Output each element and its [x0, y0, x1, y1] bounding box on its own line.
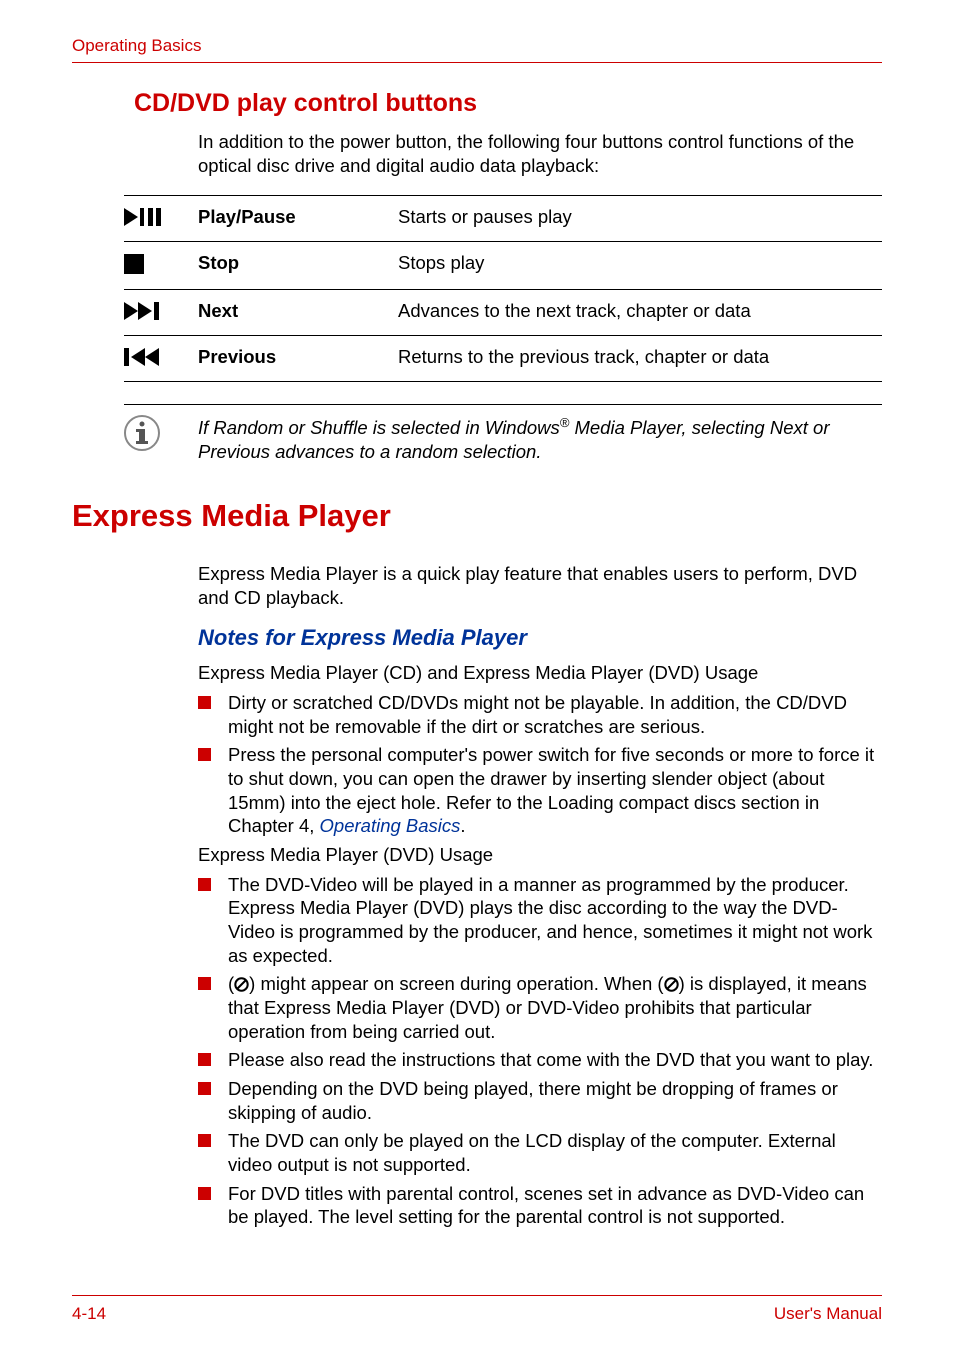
- list-item: The DVD can only be played on the LCD di…: [198, 1129, 882, 1176]
- bullet-icon: [198, 972, 228, 990]
- note-callout: If Random or Shuffle is selected in Wind…: [124, 404, 882, 464]
- note-text: If Random or Shuffle is selected in Wind…: [198, 415, 882, 464]
- list-text: Dirty or scratched CD/DVDs might not be …: [228, 691, 882, 738]
- usage-dvd: Express Media Player (DVD) Usage: [198, 843, 882, 867]
- button-label: Next: [198, 300, 398, 322]
- list-text: The DVD can only be played on the LCD di…: [228, 1129, 882, 1176]
- list-item: () might appear on screen during operati…: [198, 972, 882, 1043]
- buttons-table: Play/Pause Starts or pauses play Stop St…: [124, 195, 882, 382]
- bullet-icon: [198, 1182, 228, 1200]
- note-pre: If Random or Shuffle is selected in Wind…: [198, 418, 560, 439]
- play-pause-icon: [124, 206, 198, 231]
- list-text: Press the personal computer's power swit…: [228, 743, 882, 838]
- li-post: .: [460, 815, 465, 836]
- list-item: The DVD-Video will be played in a manner…: [198, 873, 882, 968]
- bullet-icon: [198, 691, 228, 709]
- list-item: Dirty or scratched CD/DVDs might not be …: [198, 691, 882, 738]
- page-footer: 4-14 User's Manual: [72, 1295, 882, 1324]
- list-text: For DVD titles with parental control, sc…: [228, 1182, 882, 1229]
- section-title-express: Express Media Player: [72, 498, 882, 534]
- bullet-icon: [198, 1048, 228, 1066]
- button-desc: Advances to the next track, chapter or d…: [398, 300, 882, 322]
- usage-cd-dvd: Express Media Player (CD) and Express Me…: [198, 661, 882, 685]
- stop-icon: [124, 252, 198, 279]
- li-mid: ) might appear on screen during operatio…: [249, 973, 663, 994]
- list-text: Please also read the instructions that c…: [228, 1048, 882, 1072]
- list-1: Dirty or scratched CD/DVDs might not be …: [198, 691, 882, 838]
- bullet-icon: [198, 743, 228, 761]
- button-label: Previous: [198, 346, 398, 368]
- button-label: Stop: [198, 252, 398, 274]
- section1-intro: In addition to the power button, the fol…: [198, 130, 882, 177]
- subhead-notes: Notes for Express Media Player: [198, 625, 882, 651]
- registered-mark: ®: [560, 415, 570, 430]
- page-header: Operating Basics: [72, 36, 882, 63]
- link-operating-basics[interactable]: Operating Basics: [320, 815, 461, 836]
- list-item: For DVD titles with parental control, sc…: [198, 1182, 882, 1229]
- next-icon: [124, 300, 198, 325]
- page-number: 4-14: [72, 1304, 106, 1324]
- table-row: Next Advances to the next track, chapter…: [124, 289, 882, 335]
- list-item: Please also read the instructions that c…: [198, 1048, 882, 1072]
- previous-icon: [124, 346, 198, 371]
- bullet-icon: [198, 1129, 228, 1147]
- table-row: Stop Stops play: [124, 241, 882, 289]
- list-item: Press the personal computer's power swit…: [198, 743, 882, 838]
- section2-intro: Express Media Player is a quick play fea…: [198, 562, 882, 609]
- bullet-icon: [198, 873, 228, 891]
- footer-title: User's Manual: [774, 1304, 882, 1324]
- button-label: Play/Pause: [198, 206, 398, 228]
- section-title-cddvd: CD/DVD play control buttons: [134, 89, 882, 118]
- breadcrumb: Operating Basics: [72, 36, 201, 55]
- button-desc: Starts or pauses play: [398, 206, 882, 228]
- list-2: The DVD-Video will be played in a manner…: [198, 873, 882, 1229]
- list-text: () might appear on screen during operati…: [228, 972, 882, 1043]
- table-row: Play/Pause Starts or pauses play: [124, 195, 882, 241]
- list-item: Depending on the DVD being played, there…: [198, 1077, 882, 1124]
- list-text: The DVD-Video will be played in a manner…: [228, 873, 882, 968]
- list-text: Depending on the DVD being played, there…: [228, 1077, 882, 1124]
- table-row: Previous Returns to the previous track, …: [124, 335, 882, 382]
- button-desc: Stops play: [398, 252, 882, 274]
- info-icon: [124, 415, 198, 456]
- bullet-icon: [198, 1077, 228, 1095]
- button-desc: Returns to the previous track, chapter o…: [398, 346, 882, 368]
